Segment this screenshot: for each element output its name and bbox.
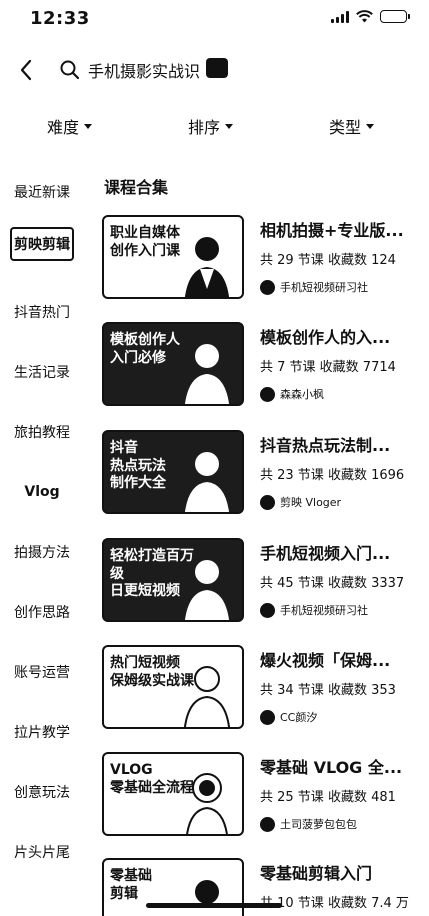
sidebar-item-intro-outro[interactable]: 片头片尾 xyxy=(0,836,84,868)
caret-down-icon xyxy=(84,123,93,129)
presenter-image xyxy=(195,880,219,904)
signal-icon xyxy=(331,10,349,23)
author-name: 剪映 Vloger xyxy=(280,496,342,509)
sidebar-item-label: 片头片尾 xyxy=(14,845,70,861)
presenter-image xyxy=(183,666,231,727)
course-meta: 共 29 节课 收藏数 124 xyxy=(260,253,396,268)
course-meta: 共 7 节课 收藏数 7714 xyxy=(260,360,396,375)
home-indicator xyxy=(146,903,282,908)
sidebar-item-vlog[interactable]: Vlog xyxy=(0,476,84,508)
filter-label: 难度 xyxy=(47,118,80,137)
sidebar-item-label: 最近新课 xyxy=(14,185,70,201)
clear-search-icon[interactable] xyxy=(206,58,228,78)
course-card[interactable]: 职业自媒体 创作入门课 相机拍摄+专业版... 共 29 节课 收藏数 124 … xyxy=(102,215,420,309)
status-bar: 12:33 xyxy=(0,0,429,40)
sidebar-item-capcut-editing[interactable]: 剪映剪辑 xyxy=(0,227,84,261)
author-avatar xyxy=(260,386,275,402)
search-header: 手机摄影实战识 xyxy=(0,48,429,92)
course-author: CC颜汐 xyxy=(260,709,317,725)
author-name: 手机短视频研习社 xyxy=(280,604,368,617)
course-author: 森森小枫 xyxy=(260,386,324,402)
course-meta: 共 23 节课 收藏数 1696 xyxy=(260,468,405,483)
sidebar-item-life-record[interactable]: 生活记录 xyxy=(0,356,84,388)
course-card[interactable]: 抖音 热点玩法 制作大全 抖音热点玩法制... 共 23 节课 收藏数 1696… xyxy=(102,430,420,524)
author-avatar xyxy=(260,816,275,832)
course-title: 模板创作人的入... xyxy=(260,328,391,347)
sidebar-item-label: 生活记录 xyxy=(14,365,70,381)
sidebar-item-label: 剪映剪辑 xyxy=(10,227,74,261)
course-card[interactable]: 模板创作人 入门必修 模板创作人的入... 共 7 节课 收藏数 7714 森森… xyxy=(102,322,420,416)
section-title: 课程合集 xyxy=(104,178,169,197)
course-meta: 共 10 节课 收藏数 7.4 万 xyxy=(260,896,409,911)
sidebar-item-label: 拍摄方法 xyxy=(14,545,70,561)
course-thumbnail: 轻松打造百万级 日更短视频 xyxy=(102,538,244,622)
chevron-left-icon xyxy=(20,59,32,81)
filter-type[interactable]: 类型 xyxy=(329,114,375,138)
sidebar-item-account[interactable]: 账号运营 xyxy=(0,656,84,688)
caret-down-icon xyxy=(225,123,234,129)
course-author: 手机短视频研习社 xyxy=(260,279,368,295)
course-title: 零基础剪辑入门 xyxy=(260,864,373,883)
wifi-icon xyxy=(356,10,373,23)
sidebar-item-label: 创意玩法 xyxy=(14,785,70,801)
sidebar-item-ideas[interactable]: 创作思路 xyxy=(0,596,84,628)
presenter-image xyxy=(184,237,230,297)
course-thumbnail: VLOG 零基础全流程 xyxy=(102,752,244,836)
course-meta: 共 25 节课 收藏数 481 xyxy=(260,790,396,805)
presenter-image xyxy=(184,560,230,620)
author-avatar xyxy=(260,279,275,295)
author-avatar xyxy=(260,494,275,510)
battery-icon xyxy=(380,10,410,23)
back-button[interactable] xyxy=(12,56,40,84)
course-thumbnail: 抖音 热点玩法 制作大全 xyxy=(102,430,244,514)
course-title: 手机短视频入门... xyxy=(260,544,391,563)
sidebar-item-creative[interactable]: 创意玩法 xyxy=(0,776,84,808)
author-avatar xyxy=(260,709,275,725)
sidebar-item-shooting[interactable]: 拍摄方法 xyxy=(0,536,84,568)
course-title: 抖音热点玩法制... xyxy=(260,436,391,455)
search-query-text: 手机摄影实战识 xyxy=(88,62,201,81)
course-card[interactable]: 轻松打造百万级 日更短视频 手机短视频入门... 共 45 节课 收藏数 333… xyxy=(102,538,420,632)
sidebar-item-recent[interactable]: 最近新课 xyxy=(0,176,84,208)
course-author: 手机短视频研习社 xyxy=(260,602,368,618)
course-title: 零基础 VLOG 全... xyxy=(260,758,403,777)
course-title: 爆火视频「保姆... xyxy=(260,651,391,670)
caret-down-icon xyxy=(366,123,375,129)
author-name: 手机短视频研习社 xyxy=(280,281,368,294)
sidebar-item-travel[interactable]: 旅拍教程 xyxy=(0,416,84,448)
author-name: 森森小枫 xyxy=(280,388,324,401)
course-card[interactable]: 热门短视频 保姆级实战课 爆火视频「保姆... 共 34 节课 收藏数 353 … xyxy=(102,645,420,739)
status-icons xyxy=(331,10,410,23)
author-name: 土司菠萝包包包 xyxy=(280,818,357,831)
author-avatar xyxy=(260,602,275,618)
sidebar-item-douyin-hot[interactable]: 抖音热门 xyxy=(0,296,84,328)
course-author: 土司菠萝包包包 xyxy=(260,816,357,832)
presenter-image xyxy=(186,773,228,834)
filter-label: 类型 xyxy=(329,118,362,137)
filter-difficulty[interactable]: 难度 xyxy=(47,114,93,138)
course-title: 相机拍摄+专业版... xyxy=(260,221,404,240)
sidebar-item-label: 抖音热门 xyxy=(14,305,70,321)
filter-label: 排序 xyxy=(188,118,221,137)
course-thumbnail: 热门短视频 保姆级实战课 xyxy=(102,645,244,729)
course-card[interactable]: VLOG 零基础全流程 零基础 VLOG 全... 共 25 节课 收藏数 48… xyxy=(102,752,420,846)
course-author: 剪映 Vloger xyxy=(260,494,341,510)
sidebar-item-label: 旅拍教程 xyxy=(14,425,70,441)
course-thumbnail: 模板创作人 入门必修 xyxy=(102,322,244,406)
sidebar-item-label: Vlog xyxy=(24,484,60,500)
author-name: CC颜汐 xyxy=(280,711,318,724)
course-thumbnail: 职业自媒体 创作入门课 xyxy=(102,215,244,299)
sidebar-item-film-analysis[interactable]: 拉片教学 xyxy=(0,716,84,748)
course-meta: 共 45 节课 收藏数 3337 xyxy=(260,576,405,591)
filter-bar: 难度 排序 类型 xyxy=(0,110,429,140)
sidebar-item-label: 账号运营 xyxy=(14,665,70,681)
search-icon xyxy=(60,60,80,80)
status-time: 12:33 xyxy=(30,8,90,29)
presenter-image xyxy=(184,452,230,512)
filter-sort[interactable]: 排序 xyxy=(188,114,234,138)
sidebar-item-label: 拉片教学 xyxy=(14,725,70,741)
sidebar-item-label: 创作思路 xyxy=(14,605,70,621)
presenter-image xyxy=(184,344,230,404)
course-meta: 共 34 节课 收藏数 353 xyxy=(260,683,396,698)
